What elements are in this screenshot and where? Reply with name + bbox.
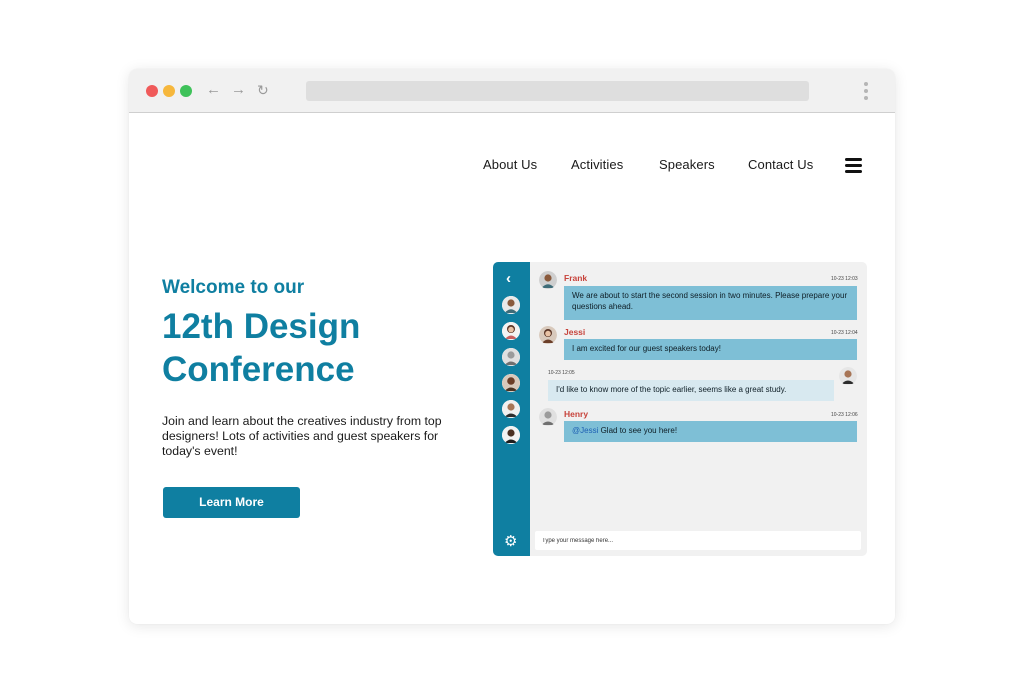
avatar[interactable] <box>502 296 520 314</box>
hamburger-menu-icon[interactable] <box>845 158 862 173</box>
avatar[interactable] <box>502 322 520 340</box>
learn-more-button[interactable]: Learn More <box>163 487 300 518</box>
mention-link[interactable]: @Jessi <box>572 426 598 435</box>
address-bar[interactable] <box>306 81 809 101</box>
browser-window: ← → ↻ About Us Activities Speakers Conta… <box>129 69 895 624</box>
gear-icon[interactable]: ⚙ <box>504 534 517 549</box>
maximize-window-button[interactable] <box>180 85 192 97</box>
chevron-left-icon[interactable]: ‹ <box>506 270 511 287</box>
message-time: 10-23 12:05 <box>548 370 575 376</box>
avatar <box>539 326 557 344</box>
hero-title: 12th Design Conference <box>162 307 361 389</box>
forward-arrow-icon[interactable]: → <box>231 80 246 100</box>
avatar <box>539 408 557 426</box>
nav-contact-us[interactable]: Contact Us <box>748 157 813 172</box>
message-text: Glad to see you here! <box>598 426 678 435</box>
avatar[interactable] <box>502 400 520 418</box>
hero-description: Join and learn about the creatives indus… <box>162 414 442 458</box>
hero-welcome: Welcome to our <box>162 277 305 298</box>
avatar[interactable] <box>502 348 520 366</box>
nav-speakers[interactable]: Speakers <box>659 157 715 172</box>
message-sender: Frank <box>564 273 588 283</box>
avatar[interactable] <box>502 426 520 444</box>
message-time: 10-23 12:04 <box>831 330 858 336</box>
stage: ← → ↻ About Us Activities Speakers Conta… <box>0 0 1024 694</box>
chat-message-input[interactable] <box>535 531 861 550</box>
nav-activities[interactable]: Activities <box>571 157 623 172</box>
message-bubble: I'd like to know more of the topic earli… <box>548 380 834 401</box>
nav-about-us[interactable]: About Us <box>483 157 537 172</box>
message-time: 10-23 12:06 <box>831 412 858 418</box>
message-bubble: @Jessi Glad to see you here! <box>564 421 857 442</box>
browser-titlebar: ← → ↻ <box>129 69 895 113</box>
close-window-button[interactable] <box>146 85 158 97</box>
back-arrow-icon[interactable]: ← <box>206 80 221 100</box>
minimize-window-button[interactable] <box>163 85 175 97</box>
message-time: 10-23 12:03 <box>831 276 858 282</box>
avatar <box>539 271 557 289</box>
message-bubble: I am excited for our guest speakers toda… <box>564 339 857 360</box>
chat-sidebar: ‹ ⚙ <box>493 262 530 556</box>
avatar <box>839 367 857 385</box>
reload-icon[interactable]: ↻ <box>257 80 269 100</box>
message-sender: Henry <box>564 409 589 419</box>
message-bubble: We are about to start the second session… <box>564 286 857 320</box>
message-sender: Jessi <box>564 327 586 337</box>
avatar[interactable] <box>502 374 520 392</box>
browser-menu-icon[interactable] <box>863 82 869 102</box>
main-nav: About Us Activities Speakers Contact Us <box>129 157 895 177</box>
chat-panel: ‹ ⚙ Frank 10-23 12:03 We are about to st… <box>493 262 867 556</box>
